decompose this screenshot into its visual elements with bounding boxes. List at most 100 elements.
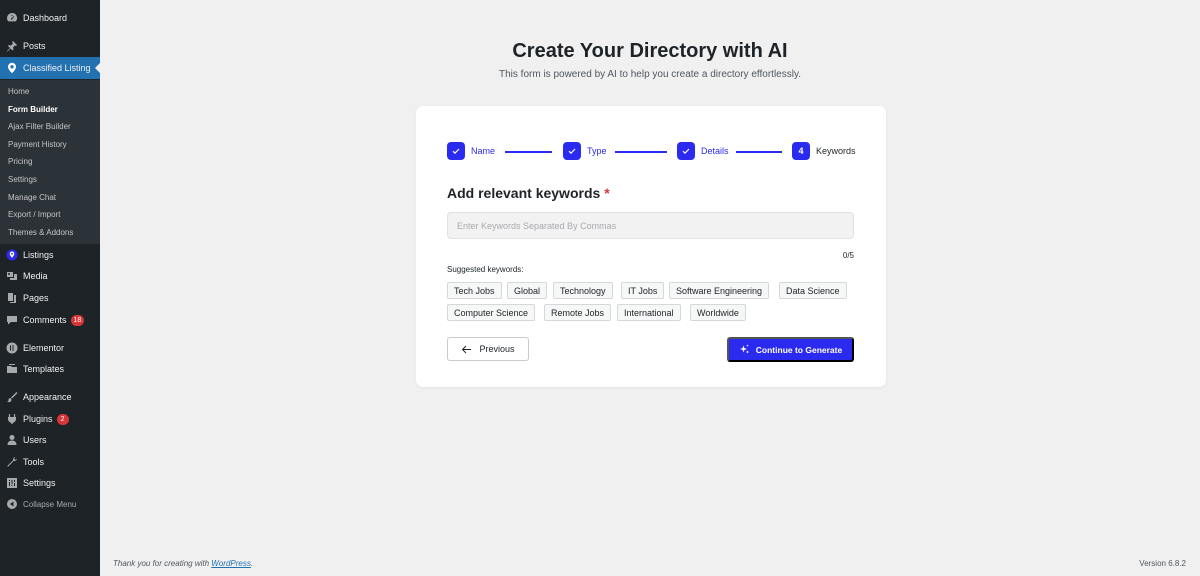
sidebar-item-tools[interactable]: Tools [0,452,100,472]
footer-thanks-prefix: Thank you for creating with [113,559,212,568]
elementor-icon [6,342,18,354]
pin-icon [6,40,18,52]
sidebar-item-pages[interactable]: Pages [0,288,100,308]
sidebar-item-appearance[interactable]: Appearance [0,387,100,407]
collapse-menu-button[interactable]: Collapse Menu [0,494,100,514]
required-mark: * [604,185,610,201]
keywords-counter: 0/5 [842,251,854,260]
location-icon [6,249,18,261]
keyword-chip-tech-jobs[interactable]: Tech Jobs [447,282,502,299]
admin-sidebar: Dashboard Posts Classified Listing Home … [0,0,100,576]
sidebar-item-comments[interactable]: Comments 18 [0,310,100,330]
step-number: 4 [792,142,810,160]
submenu-item-home[interactable]: Home [8,87,29,96]
sidebar-item-label: Classified Listing [23,63,91,73]
submenu-item-export-import[interactable]: Export / Import [8,210,60,219]
page-subtitle: This form is powered by AI to help you c… [499,69,801,80]
sidebar-item-dashboard[interactable]: Dashboard [0,8,100,28]
comment-icon [6,314,18,326]
continue-button-label: Continue to Generate [755,344,843,355]
sidebar-item-media[interactable]: Media [0,266,100,286]
previous-button[interactable]: Previous [447,337,529,361]
step-details[interactable]: Details [677,142,729,160]
continue-to-generate-button[interactable]: Continue to Generate [727,337,854,362]
keyword-chip-global[interactable]: Global [507,282,548,299]
sidebar-item-listings[interactable]: Listings [0,245,100,265]
submenu-item-form-builder[interactable]: Form Builder [8,105,58,114]
classified-listing-submenu: Home Form Builder Ajax Filter Builder Pa… [0,80,100,244]
wordpress-link[interactable]: WordPress [211,559,251,568]
pages-icon [6,292,18,304]
user-icon [6,434,18,446]
keyword-chip-international[interactable]: International [617,304,681,321]
sidebar-item-label: Elementor [23,343,65,353]
sidebar-item-settings[interactable]: Settings [0,473,100,493]
step-connector [505,151,552,153]
step-label: Keywords [816,146,856,156]
step-label: Name [471,146,496,156]
sidebar-item-plugins[interactable]: Plugins 2 [0,409,100,429]
step-name[interactable]: Name [447,142,495,160]
submenu-item-settings[interactable]: Settings [8,175,37,184]
sparkle-icon [739,344,749,354]
dashboard-icon [6,12,18,24]
step-check-icon [447,142,465,160]
plugins-update-badge: 2 [56,413,69,425]
step-check-icon [677,142,695,160]
sidebar-item-label: Posts [23,41,46,51]
keyword-chip-worldwide[interactable]: Worldwide [690,304,746,321]
collapse-icon [6,498,18,510]
sidebar-item-templates[interactable]: Templates [0,359,100,379]
sidebar-item-label: Tools [23,457,45,467]
suggested-keywords-label: Suggested keywords: [447,265,524,274]
keyword-chip-computer-science[interactable]: Computer Science [447,304,536,321]
keyword-chip-remote-jobs[interactable]: Remote Jobs [544,304,612,321]
wrench-icon [6,456,18,468]
sidebar-item-label: Templates [23,364,65,374]
keyword-chip-software-engineering[interactable]: Software Engineering [669,282,770,299]
sidebar-item-classified-listing[interactable]: Classified Listing [0,57,100,79]
brush-icon [6,391,18,403]
plugin-icon [6,413,18,425]
keywords-heading: Add relevant keywords * [447,185,610,201]
sidebar-item-label: Media [23,271,48,281]
page-title: Create Your Directory with AI [512,40,788,62]
location-icon [6,62,18,74]
sidebar-item-elementor[interactable]: Elementor [0,338,100,358]
sidebar-item-label: Users [23,435,47,445]
media-icon [6,270,18,282]
submenu-item-themes-addons[interactable]: Themes & Addons [8,228,73,237]
step-keywords[interactable]: 4 Keywords [792,142,856,160]
footer-thanks-suffix: . [250,559,254,568]
sidebar-item-label: Comments [23,315,67,325]
version-text: Version 6.8.2 [1139,559,1186,568]
keywords-input[interactable] [447,212,854,239]
keywords-step-card: Name Type Details 4 Keywords Add relevan… [416,106,886,387]
previous-button-label: Previous [479,344,515,354]
step-check-icon [563,142,581,160]
step-connector [736,151,782,153]
arrow-left-icon [462,345,472,353]
keyword-chip-technology[interactable]: Technology [553,282,613,299]
step-type[interactable]: Type [563,142,607,160]
keyword-chip-it-jobs[interactable]: IT Jobs [621,282,665,299]
submenu-item-payment-history[interactable]: Payment History [8,140,67,149]
submenu-item-ajax-filter-builder[interactable]: Ajax Filter Builder [8,122,71,131]
submenu-item-manage-chat[interactable]: Manage Chat [8,193,56,202]
comments-count-badge: 18 [70,314,85,326]
settings-icon [6,477,18,489]
submenu-item-pricing[interactable]: Pricing [8,157,32,166]
folder-icon [6,363,18,375]
step-connector [615,151,667,153]
sidebar-item-label: Settings [23,478,56,488]
keyword-chip-data-science[interactable]: Data Science [779,282,847,299]
footer-thanks: Thank you for creating with WordPress. [113,559,253,568]
sidebar-item-label: Appearance [23,392,72,402]
sidebar-item-users[interactable]: Users [0,430,100,450]
sidebar-item-label: Pages [23,293,49,303]
sidebar-item-label: Listings [23,250,54,260]
sidebar-item-label: Plugins [23,414,53,424]
sidebar-item-posts[interactable]: Posts [0,36,100,56]
sidebar-item-label: Dashboard [23,13,68,23]
sidebar-item-label: Collapse Menu [23,499,77,509]
